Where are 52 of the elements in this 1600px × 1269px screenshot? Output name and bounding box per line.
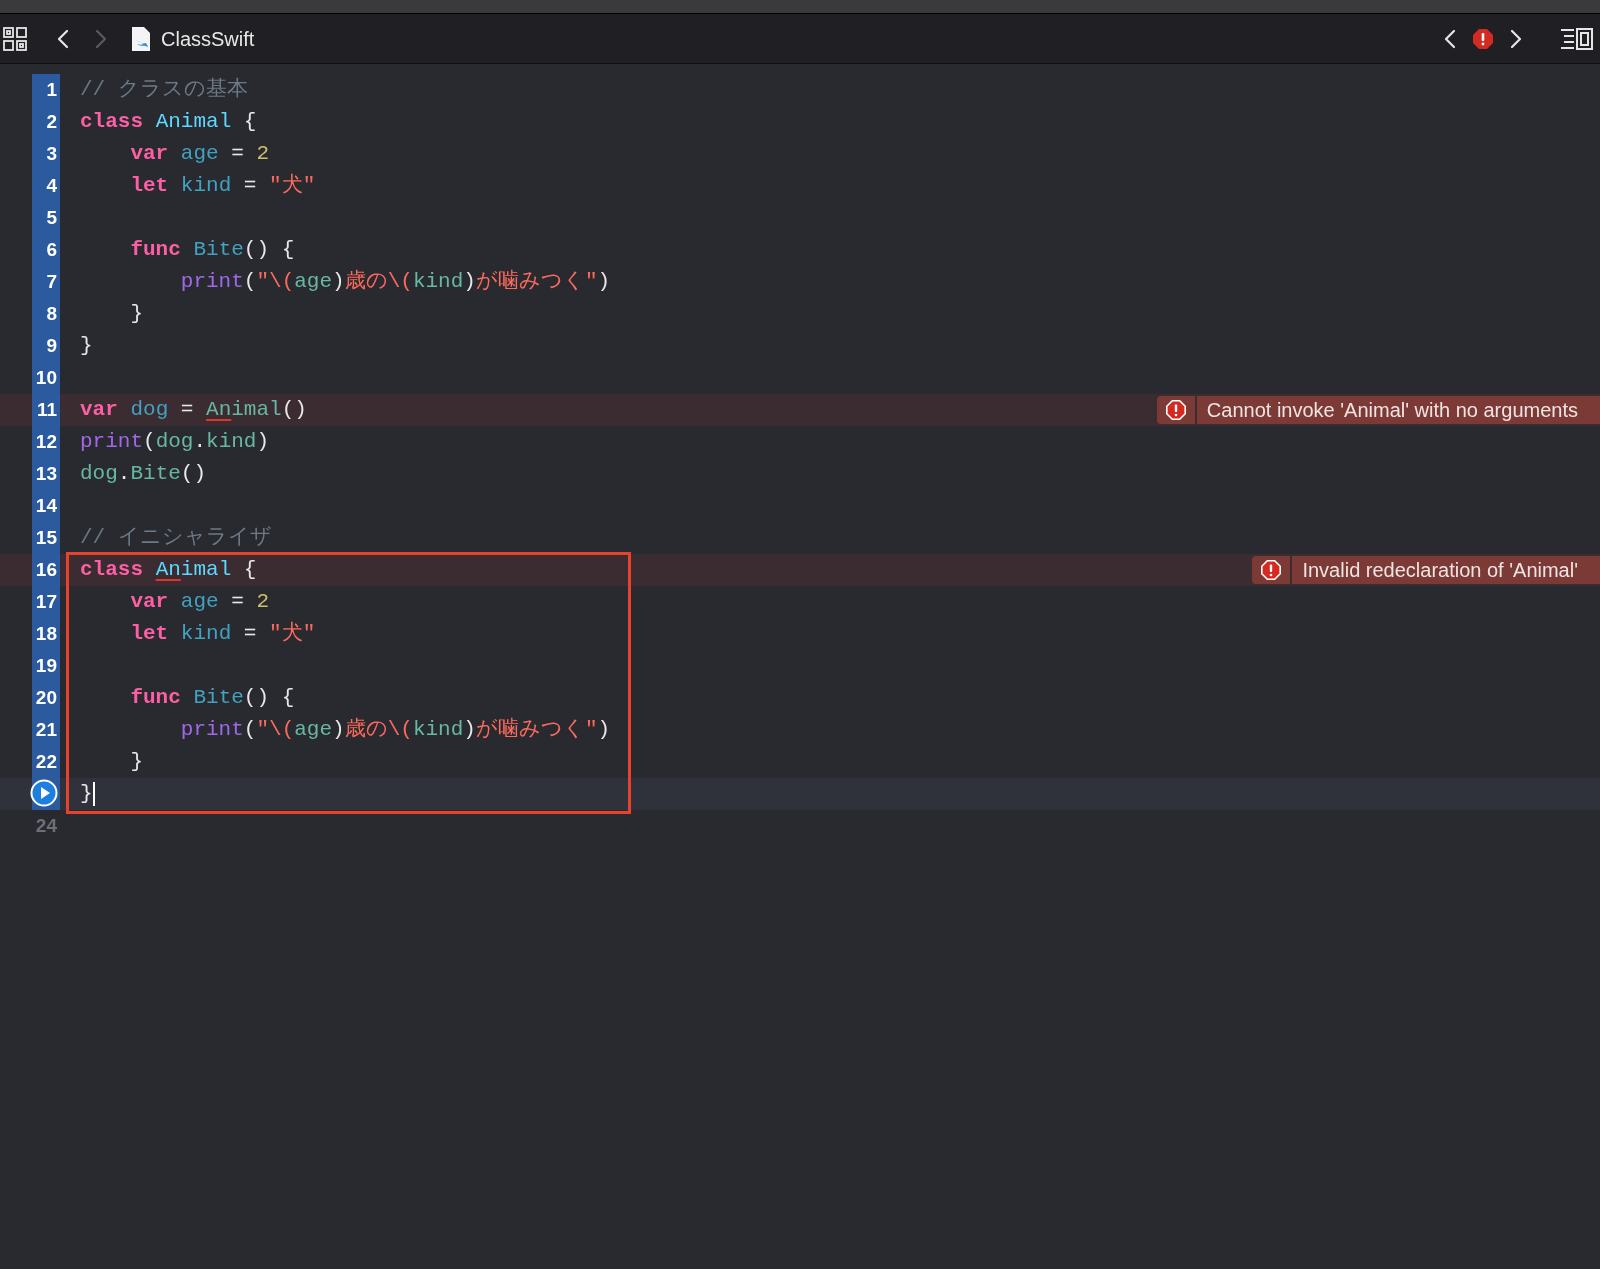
- code-comment: // クラスの基本: [80, 76, 248, 104]
- line-number: 5: [46, 205, 57, 230]
- code-line: }: [80, 781, 93, 808]
- code-line: }: [129, 749, 143, 776]
- line-number: 6: [46, 237, 57, 262]
- code-line: }: [129, 301, 143, 328]
- code-line: print("\(age)歳の\(kind)が噛みつく"): [179, 268, 611, 296]
- code-line: }: [80, 333, 93, 360]
- line-number: 3: [46, 141, 57, 166]
- inspector-icon[interactable]: [1560, 26, 1594, 51]
- line-number: 10: [35, 365, 57, 390]
- line-number: 14: [35, 493, 57, 518]
- line-number: 9: [46, 333, 57, 358]
- line-number: 1: [46, 77, 57, 102]
- code-line: var age = 2: [129, 589, 270, 616]
- line-number: 18: [35, 621, 57, 646]
- line-number: 7: [46, 269, 57, 294]
- code-line: class Animal {: [80, 557, 257, 584]
- error-icon[interactable]: [1472, 27, 1494, 50]
- code-line: func Bite() {: [129, 237, 295, 264]
- line-number: 17: [35, 589, 57, 614]
- grid-icon[interactable]: [3, 26, 27, 51]
- file-name[interactable]: ClassSwift: [161, 23, 255, 54]
- code-comment: // イニシャライザ: [80, 525, 272, 552]
- line-number: 4: [46, 173, 57, 198]
- line-number: 2: [46, 109, 57, 134]
- code-line: dog.Bite(): [80, 461, 207, 488]
- error-badge-icon[interactable]: [1156, 396, 1195, 424]
- code-line: func Bite() {: [129, 685, 295, 712]
- line-number: 11: [36, 397, 57, 422]
- line-number: 15: [35, 525, 57, 550]
- error-badge-icon[interactable]: [1252, 556, 1291, 584]
- error-message[interactable]: Invalid redeclaration of 'Animal': [1292, 556, 1600, 584]
- line-number: 19: [35, 653, 57, 678]
- line-number: 21: [35, 717, 57, 742]
- code-line: class Animal {: [80, 109, 257, 136]
- line-number: 24: [35, 813, 57, 838]
- code-line: var dog = Animal(): [80, 397, 307, 424]
- code-line: let kind = "犬": [129, 172, 316, 200]
- line-number: 20: [35, 685, 57, 710]
- error-message[interactable]: Cannot invoke 'Animal' with no arguments: [1196, 396, 1600, 424]
- line-number: 12: [35, 429, 57, 454]
- line-number: 16: [35, 557, 57, 582]
- swift-file-icon: [131, 25, 151, 52]
- code-line: let kind = "犬": [129, 620, 316, 648]
- code-line: var age = 2: [129, 141, 270, 168]
- line-number: 13: [35, 461, 57, 486]
- line-number: 8: [46, 301, 57, 326]
- code-line: print("\(age)歳の\(kind)が噛みつく"): [179, 716, 611, 744]
- text-cursor: [92, 782, 95, 806]
- code-line: print(dog.kind): [80, 429, 270, 456]
- line-number: 22: [35, 749, 57, 774]
